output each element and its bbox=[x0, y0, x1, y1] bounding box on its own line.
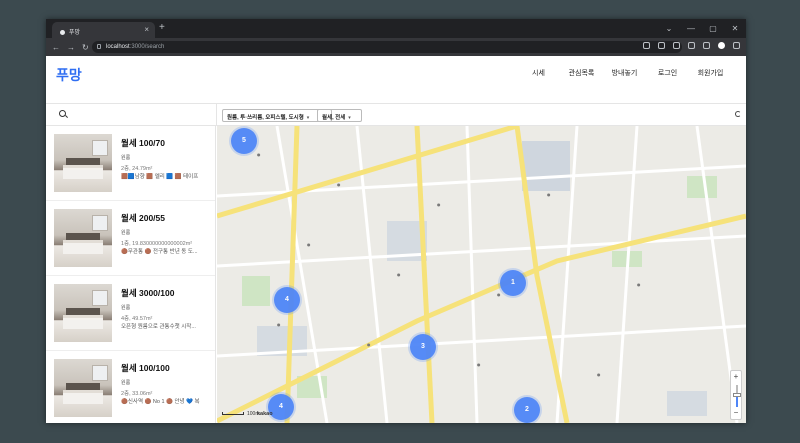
chevron-down-icon: ▾ bbox=[348, 115, 351, 121]
tab-title: 푸망 bbox=[69, 30, 81, 36]
maximize-button[interactable]: ▢ bbox=[702, 19, 724, 38]
listing-tags: 🟤무관통 🟤 전구통 반년 동 도... bbox=[121, 249, 198, 255]
svg-text:●: ● bbox=[637, 282, 641, 287]
tab-close-icon[interactable]: × bbox=[144, 25, 149, 34]
listing-price: 월세 3000/100 bbox=[121, 288, 175, 298]
listing-meta: 2층, 24.79m² bbox=[121, 166, 153, 172]
listing-card[interactable]: 월세 100/100 원룸 2층, 33.06m² 🟤신사역 🟤 No 1 🟤 … bbox=[46, 351, 215, 423]
refresh-icon[interactable] bbox=[735, 111, 741, 117]
tab-search-icon[interactable]: ⌄ bbox=[658, 19, 680, 38]
room-photo bbox=[54, 134, 112, 192]
menu-item-login[interactable]: 로그인 bbox=[646, 68, 689, 78]
map-cluster[interactable]: 1 bbox=[500, 270, 526, 296]
bookmark-icon[interactable] bbox=[673, 42, 680, 49]
map-view[interactable]: ● ● ● ● ● ● ● ● ● ● ● ● 5 1 4 3 4 2 + − 100m kaka… bbox=[217, 126, 746, 423]
room-photo bbox=[54, 284, 112, 342]
svg-text:●: ● bbox=[477, 362, 481, 367]
listing-price: 월세 100/100 bbox=[121, 363, 170, 373]
zoom-control: + − bbox=[730, 370, 742, 420]
listing-panel: 월세 100/70 원룸 2층, 24.79m² 🟫🟦남향 🟫 엘리 🟦 🟫 테… bbox=[46, 126, 216, 423]
room-photo bbox=[54, 209, 112, 267]
menu-item-list-room[interactable]: 방내놓기 bbox=[603, 68, 646, 78]
browser-tab[interactable]: 푸망 × bbox=[52, 22, 155, 38]
listing-price: 월세 200/55 bbox=[121, 213, 165, 223]
minimize-button[interactable]: — bbox=[680, 19, 702, 38]
deal-type-filter[interactable]: 월세, 전세 ▾ bbox=[317, 109, 362, 122]
map-cluster[interactable]: 5 bbox=[231, 128, 257, 154]
reload-icon[interactable]: ↻ bbox=[82, 43, 89, 52]
toolbar-icons bbox=[643, 42, 740, 49]
zoom-slider-handle[interactable] bbox=[733, 393, 741, 397]
extensions-icon[interactable] bbox=[688, 42, 695, 49]
svg-text:●: ● bbox=[547, 192, 551, 197]
window-controls: ⌄ — ▢ ✕ bbox=[658, 19, 746, 38]
info-icon[interactable] bbox=[97, 44, 101, 49]
listing-meta: 4층, 49.57m² bbox=[121, 316, 153, 322]
map-scale: 100m bbox=[222, 411, 260, 417]
app-header: 푸망 시세 관심목록 방내놓기 로그인 회원가입 bbox=[46, 56, 746, 104]
profile-avatar[interactable] bbox=[718, 42, 725, 49]
search-filter-bar: 원룸, 투·쓰리룸, 오피스텔, 도시형 ▾ 월세, 전세 ▾ bbox=[46, 104, 746, 126]
svg-text:●: ● bbox=[397, 272, 401, 277]
zoom-out-button[interactable]: − bbox=[731, 407, 741, 419]
favicon-icon bbox=[60, 29, 65, 35]
forward-icon[interactable]: → bbox=[67, 43, 75, 52]
deal-type-label: 월세, 전세 bbox=[322, 115, 346, 121]
menu-item-favorites[interactable]: 관심목록 bbox=[560, 68, 603, 78]
map-cluster[interactable]: 2 bbox=[514, 397, 540, 423]
listing-type: 원룸 bbox=[121, 230, 131, 236]
search-icon[interactable] bbox=[59, 110, 66, 117]
svg-text:●: ● bbox=[597, 372, 601, 377]
listing-price: 월세 100/70 bbox=[121, 138, 165, 148]
map-cluster[interactable]: 3 bbox=[410, 334, 436, 360]
listing-type: 원룸 bbox=[121, 305, 131, 311]
listing-card[interactable]: 월세 3000/100 원룸 4층, 49.57m² 오픈형 원룸으로 관통수챗… bbox=[46, 276, 215, 351]
url-path: :3000/search bbox=[129, 44, 165, 50]
listing-tags: 🟤신사역 🟤 No 1 🟤 안녕 💙 복 bbox=[121, 399, 200, 405]
close-window-button[interactable]: ✕ bbox=[724, 19, 746, 38]
svg-text:●: ● bbox=[307, 242, 311, 247]
address-bar[interactable]: localhost:3000/search bbox=[92, 41, 682, 53]
svg-text:●: ● bbox=[367, 342, 371, 347]
map-tiles: ● ● ● ● ● ● ● ● ● ● ● ● bbox=[217, 126, 746, 423]
top-menu: 시세 관심목록 방내놓기 로그인 회원가입 bbox=[517, 68, 732, 78]
share-icon[interactable] bbox=[658, 42, 665, 49]
chevron-down-icon: ▾ bbox=[306, 115, 310, 121]
listing-type: 원룸 bbox=[121, 380, 131, 386]
listing-card[interactable]: 월세 200/55 원룸 1층, 19.830000000000002m² 🟤무… bbox=[46, 201, 215, 276]
translate-icon[interactable] bbox=[643, 42, 650, 49]
browser-window: 푸망 × + ⌄ — ▢ ✕ ← → ↻ localhost:3000/sear… bbox=[46, 19, 746, 423]
svg-text:●: ● bbox=[257, 152, 261, 157]
room-photo bbox=[54, 359, 112, 417]
menu-item-price[interactable]: 시세 bbox=[517, 68, 560, 78]
room-type-label: 원룸, 투·쓰리룸, 오피스텔, 도시형 bbox=[227, 115, 304, 121]
divider bbox=[216, 104, 217, 126]
map-cluster[interactable]: 4 bbox=[274, 287, 300, 313]
browser-toolbar: ← → ↻ localhost:3000/search bbox=[46, 38, 746, 56]
app-logo[interactable]: 푸망 bbox=[56, 65, 82, 85]
sidepanel-icon[interactable] bbox=[703, 42, 710, 49]
listing-meta: 2층, 33.06m² bbox=[121, 391, 153, 397]
svg-text:●: ● bbox=[277, 322, 281, 327]
url-host: localhost bbox=[106, 44, 130, 50]
back-icon[interactable]: ← bbox=[52, 43, 60, 52]
listing-meta: 1층, 19.830000000000002m² bbox=[121, 241, 193, 247]
zoom-in-button[interactable]: + bbox=[731, 371, 741, 383]
menu-item-signup[interactable]: 회원가입 bbox=[689, 68, 732, 78]
listing-type: 원룸 bbox=[121, 155, 131, 161]
svg-text:●: ● bbox=[337, 182, 341, 187]
more-menu-icon[interactable] bbox=[733, 42, 740, 49]
listing-tags: 🟫🟦남향 🟫 엘리 🟦 🟫 테이프 bbox=[121, 174, 199, 180]
room-type-filter[interactable]: 원룸, 투·쓰리룸, 오피스텔, 도시형 ▾ bbox=[222, 109, 332, 122]
new-tab-button[interactable]: + bbox=[159, 22, 165, 33]
svg-text:●: ● bbox=[497, 292, 501, 297]
listing-card[interactable]: 월세 100/70 원룸 2층, 24.79m² 🟫🟦남향 🟫 엘리 🟦 🟫 테… bbox=[46, 126, 215, 201]
tab-strip: 푸망 × + ⌄ — ▢ ✕ bbox=[46, 19, 746, 38]
listing-tags: 오픈형 원룸으로 관통수챗 시작... bbox=[121, 324, 196, 330]
kakao-logo: kakao bbox=[257, 411, 273, 417]
svg-text:●: ● bbox=[437, 202, 441, 207]
